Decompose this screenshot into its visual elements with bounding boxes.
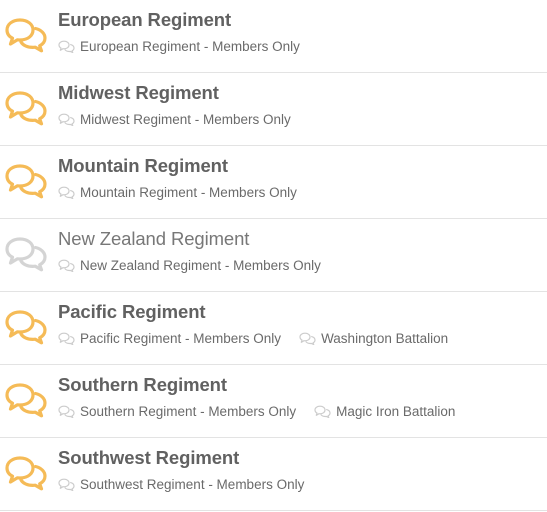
forum-list: European Regiment European Regiment - Me… (0, 0, 547, 511)
subforum-link[interactable]: European Regiment - Members Only (58, 39, 300, 54)
forum-row[interactable]: New Zealand Regiment New Zealand Regimen… (0, 219, 547, 292)
subforum-link[interactable]: Pacific Regiment - Members Only (58, 331, 281, 346)
chat-bubbles-icon (5, 309, 47, 345)
subforum-label[interactable]: Southwest Regiment - Members Only (80, 477, 304, 492)
subforum-label[interactable]: European Regiment - Members Only (80, 39, 300, 54)
forum-title[interactable]: European Regiment (58, 9, 231, 31)
forum-title[interactable]: Southwest Regiment (58, 447, 239, 469)
forum-title[interactable]: Midwest Regiment (58, 82, 219, 104)
subforum-label[interactable]: Magic Iron Battalion (336, 404, 455, 419)
forum-row[interactable]: Mountain Regiment Mountain Regiment - Me… (0, 146, 547, 219)
subforum-list: Midwest Regiment - Members Only (58, 112, 309, 127)
forum-title[interactable]: Mountain Regiment (58, 155, 228, 177)
chat-bubbles-icon (5, 17, 47, 53)
subforum-list: New Zealand Regiment - Members Only (58, 258, 339, 273)
forum-title[interactable]: New Zealand Regiment (58, 228, 249, 250)
forum-row[interactable]: Pacific Regiment Pacific Regiment - Memb… (0, 292, 547, 365)
subforum-label[interactable]: Midwest Regiment - Members Only (80, 112, 291, 127)
chat-bubbles-icon (5, 90, 47, 126)
chat-bubbles-icon (5, 163, 47, 199)
subforum-label[interactable]: New Zealand Regiment - Members Only (80, 258, 321, 273)
subforum-link[interactable]: Mountain Regiment - Members Only (58, 185, 297, 200)
subforum-label[interactable]: Southern Regiment - Members Only (80, 404, 296, 419)
subforum-chat-icon (299, 332, 316, 346)
subforum-link[interactable]: Washington Battalion (299, 331, 448, 346)
subforum-list: Southwest Regiment - Members Only (58, 477, 322, 492)
subforum-chat-icon (58, 259, 75, 273)
subforum-list: Pacific Regiment - Members Only Washingt… (58, 331, 466, 346)
subforum-list: Mountain Regiment - Members Only (58, 185, 315, 200)
subforum-link[interactable]: New Zealand Regiment - Members Only (58, 258, 321, 273)
subforum-chat-icon (58, 113, 75, 127)
subforum-link[interactable]: Midwest Regiment - Members Only (58, 112, 291, 127)
subforum-chat-icon (58, 332, 75, 346)
subforum-list: European Regiment - Members Only (58, 39, 318, 54)
subforum-link[interactable]: Magic Iron Battalion (314, 404, 455, 419)
subforum-link[interactable]: Southern Regiment - Members Only (58, 404, 296, 419)
forum-row[interactable]: Southern Regiment Southern Regiment - Me… (0, 365, 547, 438)
subforum-list: Southern Regiment - Members Only Magic I… (58, 404, 473, 419)
forum-row[interactable]: European Regiment European Regiment - Me… (0, 0, 547, 73)
forum-row[interactable]: Southwest Regiment Southwest Regiment - … (0, 438, 547, 511)
chat-bubbles-icon (5, 236, 47, 272)
subforum-label[interactable]: Pacific Regiment - Members Only (80, 331, 281, 346)
subforum-chat-icon (58, 405, 75, 419)
subforum-chat-icon (58, 186, 75, 200)
subforum-label[interactable]: Washington Battalion (321, 331, 448, 346)
subforum-chat-icon (58, 478, 75, 492)
forum-title[interactable]: Southern Regiment (58, 374, 227, 396)
subforum-label[interactable]: Mountain Regiment - Members Only (80, 185, 297, 200)
subforum-chat-icon (58, 40, 75, 54)
forum-row[interactable]: Midwest Regiment Midwest Regiment - Memb… (0, 73, 547, 146)
forum-title[interactable]: Pacific Regiment (58, 301, 206, 323)
chat-bubbles-icon (5, 382, 47, 418)
subforum-chat-icon (314, 405, 331, 419)
subforum-link[interactable]: Southwest Regiment - Members Only (58, 477, 304, 492)
chat-bubbles-icon (5, 455, 47, 491)
